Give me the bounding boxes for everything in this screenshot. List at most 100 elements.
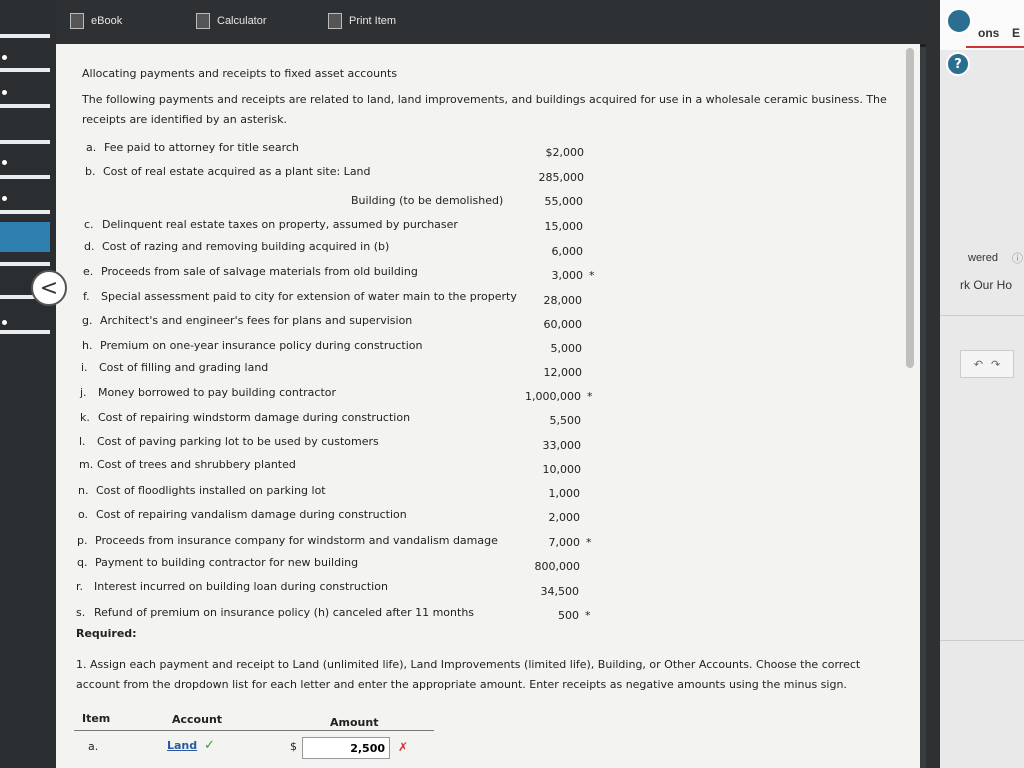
item-letter: i. [81,361,88,374]
item-amount: 60,000 [543,318,583,331]
sidebar-tick [0,175,50,179]
item-description: Refund of premium on insurance policy (h… [94,606,475,619]
incorrect-icon: ✗ [398,740,409,754]
item-description: Cost of filling and grading land [99,361,269,374]
calculator-icon [196,13,210,29]
calculator-label: Calculator [217,15,267,27]
scrollbar-thumb[interactable] [906,48,914,368]
item-description: Premium on one-year insurance policy dur… [100,339,423,352]
undo-redo-buttons[interactable]: ↶ ↷ [960,350,1014,378]
work-link[interactable]: rk Our Ho [960,278,1012,292]
item-letter: f. [83,290,90,303]
row-item-label: a. [88,740,99,753]
receipt-asterisk: * [586,536,592,549]
ebook-button[interactable]: eBook [70,10,122,32]
item-description: Payment to building contractor for new b… [95,556,359,569]
item-amount: 28,000 [543,294,583,307]
receipt-asterisk: * [587,390,593,403]
amount-input[interactable]: 2,500 [302,737,390,759]
item-description: Architect's and engineer's fees for plan… [100,314,413,327]
sidebar-dot [2,90,7,95]
item-amount: 1,000 [548,487,581,500]
undo-icon[interactable]: ↶ [974,358,983,371]
divider [940,640,1024,641]
tab-partial-label[interactable]: ons [978,26,999,40]
item-description: Cost of repairing vandalism damage durin… [96,508,407,521]
refresh-icon[interactable] [946,8,972,34]
item-letter: g. [82,314,93,327]
sidebar-dot [2,55,7,60]
item-amount: 1,000,000 [525,390,581,403]
item-letter: c. [84,218,94,231]
tab-partial-label-2[interactable]: E [1012,26,1020,40]
top-toolbar: eBook Calculator Print Item [56,0,926,47]
item-description: Delinquent real estate taxes on property… [102,218,458,231]
help-icon[interactable]: ? [946,52,970,76]
item-letter: h. [82,339,93,352]
item-description: Proceeds from sale of salvage materials … [101,265,418,278]
redo-icon[interactable]: ↷ [991,358,1000,371]
item-letter: b. [85,165,96,178]
item-amount: 34,500 [540,585,580,598]
item-letter: n. [78,484,89,497]
item-letter: a. [86,141,97,154]
item-description: Fee paid to attorney for title search [104,141,299,154]
answered-status: wered [968,252,998,264]
item-description: Proceeds from insurance company for wind… [95,534,498,547]
item-description: Interest incurred on building loan durin… [94,580,388,593]
check-icon: ✓ [204,738,215,753]
item-letter: d. [84,240,95,253]
intro-text: The following payments and receipts are … [82,93,887,106]
item-description: Cost of repairing windstorm damage durin… [98,411,411,424]
item-amount: 12,000 [543,366,583,379]
item-amount: 800,000 [534,560,581,573]
item-amount: 500 [558,609,579,622]
item-letter: e. [83,265,94,278]
currency-symbol: $ [290,740,297,753]
item-description: Cost of paving parking lot to be used by… [97,435,379,448]
item-amount: 285,000 [538,171,585,184]
item-letter: j. [80,386,87,399]
tab-underline [966,46,1024,48]
sidebar-tick [0,68,50,72]
sidebar-tick [0,330,50,334]
item-amount: 15,000 [544,220,584,233]
item-letter: s. [76,606,86,619]
print-label: Print Item [349,15,397,27]
item-description: Cost of razing and removing building acq… [102,240,390,253]
sidebar-dot [2,320,7,325]
intro-text: receipts are identified by an asterisk. [82,113,287,126]
item-letter: r. [76,580,84,593]
account-dropdown[interactable]: Land [167,739,197,752]
sidebar-tick [0,140,50,144]
sidebar-tick [0,34,50,38]
calculator-button[interactable]: Calculator [196,10,267,32]
item-letter: q. [77,556,88,569]
item-amount: 5,500 [549,414,582,427]
table-divider [74,730,434,731]
info-icon[interactable]: ⓘ [1012,250,1023,266]
divider [940,315,1024,316]
required-heading: Required: [76,627,137,640]
column-header-amount: Amount [330,716,379,729]
item-description: Special assessment paid to city for exte… [101,290,517,303]
previous-arrow-icon[interactable]: < [31,270,67,306]
item-amount: 6,000 [551,245,584,258]
item-amount: 10,000 [542,463,582,476]
print-item-button[interactable]: Print Item [328,10,396,32]
sidebar-tick [0,104,50,108]
column-header-account: Account [172,713,223,726]
sidebar-active-item[interactable] [0,222,50,252]
item-description: Cost of trees and shrubbery planted [97,458,296,471]
problem-title: Allocating payments and receipts to fixe… [82,67,398,80]
instruction-text: account from the dropdown list for each … [76,678,847,691]
item-letter: m. [79,458,94,471]
item-amount: 5,000 [550,342,583,355]
ebook-label: eBook [91,15,123,27]
column-header-item: Item [82,712,111,725]
print-icon [328,13,342,29]
sidebar-tick [0,262,50,266]
instruction-text: 1. Assign each payment and receipt to La… [76,658,861,671]
item-amount: 3,000 [551,269,584,282]
left-sidebar [0,0,56,768]
